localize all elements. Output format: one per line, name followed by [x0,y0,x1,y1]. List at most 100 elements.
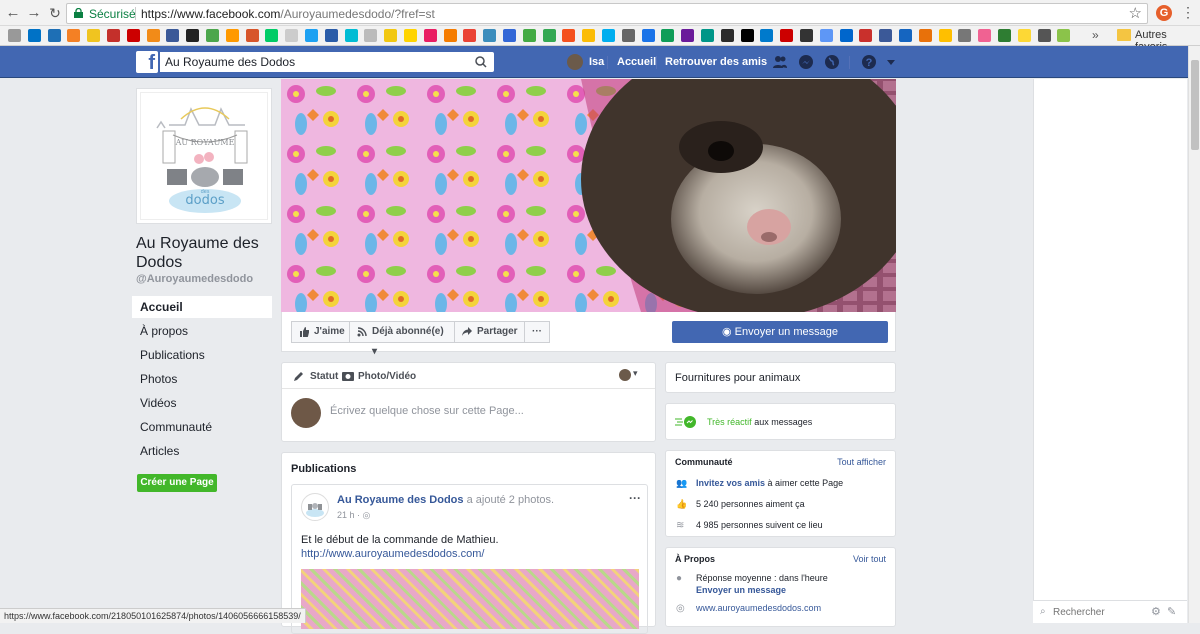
website-link[interactable]: www.auroyaumedesdodos.com [696,603,821,613]
bookmark-favicon-icon[interactable] [324,29,338,42]
find-friends-link[interactable]: Retrouver des amis [665,56,767,68]
messenger-icon[interactable] [798,54,814,70]
bookmark-favicon-icon[interactable] [206,29,219,42]
post-photo[interactable] [301,569,639,629]
like-button[interactable]: J'aime [291,321,350,343]
bookmark-favicon-icon[interactable] [522,29,536,42]
address-bar[interactable]: Sécurisé https://www.facebook.com/Auroya… [66,3,1148,24]
page-nav-photos[interactable]: Photos [132,368,272,390]
bookmark-favicon-icon[interactable] [344,29,358,42]
bookmark-favicon-icon[interactable] [364,29,378,42]
url-text[interactable]: https://www.facebook.com/Auroyaumedesdod… [141,7,435,21]
bookmark-favicon-icon[interactable] [1057,29,1071,42]
browser-menu-icon[interactable]: ⋮ [1181,4,1195,21]
more-options-button[interactable]: ··· [524,321,550,343]
community-see-all-link[interactable]: Tout afficher [837,457,886,467]
bookmark-favicon-icon[interactable] [146,29,160,42]
tab-photo-video[interactable]: Photo/Vidéo [358,371,416,382]
bookmark-favicon-icon[interactable] [1017,29,1031,42]
bookmark-favicon-icon[interactable] [384,29,398,42]
back-icon[interactable]: ← [4,4,22,22]
bookmark-favicon-icon[interactable] [760,29,774,42]
send-message-button[interactable]: ◉ Envoyer un message [672,321,888,343]
page-profile-picture[interactable]: AU ROYAUME des dodos [136,88,272,224]
bookmark-favicon-icon[interactable] [562,29,576,42]
notifications-globe-icon[interactable] [824,54,840,70]
page-scrollbar[interactable] [1188,46,1200,623]
page-category[interactable]: Fournitures pour animaux [675,372,800,384]
bookmark-favicon-icon[interactable] [186,29,200,42]
bookmark-favicon-icon[interactable] [8,29,21,42]
avatar[interactable] [619,369,631,381]
search-icon[interactable] [468,53,494,71]
bookmark-favicon-icon[interactable] [681,29,695,42]
cover-photo[interactable] [281,79,896,312]
bookmark-favicon-icon[interactable] [126,29,140,42]
scrollbar-thumb[interactable] [1191,60,1199,150]
bookmark-favicon-icon[interactable] [859,29,873,42]
create-page-button[interactable]: Créer une Page [137,474,217,492]
bookmark-favicon-icon[interactable] [998,29,1011,42]
bookmark-favicon-icon[interactable] [740,29,754,42]
post-options-icon[interactable]: ··· [629,491,641,505]
bookmark-favicon-icon[interactable] [780,29,794,42]
bookmark-favicon-icon[interactable] [720,29,734,42]
bookmark-favicon-icon[interactable] [483,29,497,42]
bookmark-favicon-icon[interactable] [839,29,853,42]
post-link[interactable]: http://www.auroyaumedesdodos.com/ [301,548,484,560]
bookmark-favicon-icon[interactable] [47,29,61,42]
bookmark-favicon-icon[interactable] [542,29,556,42]
bookmark-favicon-icon[interactable] [1037,29,1051,42]
bookmark-favicon-icon[interactable] [285,29,299,42]
avatar[interactable] [567,54,583,70]
chevron-down-icon[interactable]: ▾ [633,368,638,379]
bookmark-favicon-icon[interactable] [879,29,893,42]
bookmark-favicon-icon[interactable] [800,29,813,42]
subscribed-button[interactable]: Déjà abonné(e) ▾ [349,321,455,357]
bookmark-favicon-icon[interactable] [899,29,912,42]
friend-requests-icon[interactable] [772,54,788,70]
page-nav-videos[interactable]: Vidéos [132,392,272,414]
post-author-link[interactable]: Au Royaume des Dodos [337,494,464,506]
bookmark-favicon-icon[interactable] [463,29,477,42]
bookmark-favicon-icon[interactable] [27,29,41,42]
bookmark-favicon-icon[interactable] [621,29,635,42]
bookmark-favicon-icon[interactable] [918,29,932,42]
bookmark-favicon-icon[interactable] [305,29,318,42]
invite-friends-link[interactable]: Invitez vos amis [696,478,765,488]
bookmark-favicon-icon[interactable] [602,29,615,42]
bookmarks-more-icon[interactable]: » [1092,28,1099,42]
bookmark-favicon-icon[interactable] [245,29,259,42]
facebook-logo-icon[interactable]: f [136,51,158,74]
bookmark-favicon-icon[interactable] [225,29,239,42]
bookmark-favicon-icon[interactable] [265,29,279,42]
page-nav-accueil[interactable]: Accueil [132,296,272,318]
chat-search-input[interactable] [1053,605,1143,619]
search-input[interactable] [160,52,494,72]
about-see-all-link[interactable]: Voir tout [853,554,886,564]
bookmark-favicon-icon[interactable] [404,29,417,42]
composer-input[interactable]: Écrivez quelque chose sur cette Page... [330,405,524,417]
bookmark-favicon-icon[interactable] [107,29,120,42]
forward-icon[interactable]: → [25,4,43,22]
profile-link[interactable]: Isa [589,56,604,68]
help-icon[interactable]: ? [861,54,877,70]
bookmark-favicon-icon[interactable] [958,29,972,42]
bookmark-favicon-icon[interactable] [978,29,992,42]
account-menu-caret-icon[interactable] [886,54,896,70]
tab-status[interactable]: Statut [310,371,338,382]
bookmark-favicon-icon[interactable] [938,29,952,42]
page-nav-communaute[interactable]: Communauté [132,416,272,438]
bookmark-favicon-icon[interactable] [503,29,516,42]
bookmark-favicon-icon[interactable] [582,29,596,42]
bookmark-favicon-icon[interactable] [423,29,437,42]
bookmark-favicon-icon[interactable] [661,29,675,42]
page-nav-a-propos[interactable]: À propos [132,320,272,342]
page-nav-articles[interactable]: Articles [132,440,272,462]
bookmark-favicon-icon[interactable] [641,29,655,42]
bookmark-favicon-icon[interactable] [67,29,81,42]
bookmark-favicon-icon[interactable] [443,29,457,42]
reload-icon[interactable]: ↻ [46,4,64,22]
bookmark-favicon-icon[interactable] [701,29,714,42]
bookmark-favicon-icon[interactable] [819,29,833,42]
